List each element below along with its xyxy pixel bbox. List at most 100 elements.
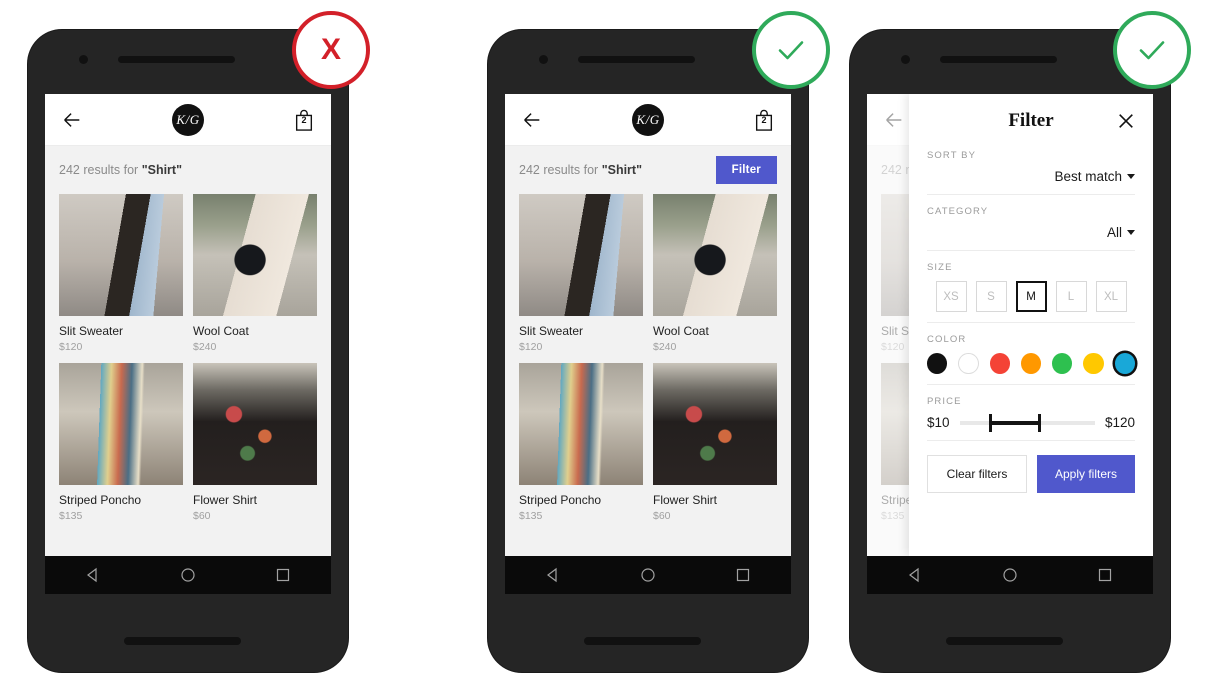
product-price: $60 [653, 510, 671, 522]
price-min-value: $10 [927, 415, 950, 430]
results-prefix: 242 results for [59, 163, 142, 177]
earpiece-speaker [578, 56, 695, 63]
phone-screen: K/G 2 242 results for "Shirt" [867, 94, 1153, 594]
product-price: $240 [653, 341, 677, 353]
bottom-speaker [584, 637, 701, 645]
product-grid: Slit Sweater $120 Wool Coat $240 Striped… [45, 194, 331, 522]
status-badge-valid [1113, 11, 1191, 89]
filter-section-size: SIZE XS S M L XL [927, 262, 1135, 323]
product-image [59, 194, 183, 316]
filter-panel-actions: Clear filters Apply filters [927, 455, 1135, 493]
size-option-l[interactable]: L [1055, 281, 1087, 312]
filter-button[interactable]: Filter [715, 156, 777, 184]
shopping-bag-icon[interactable]: 2 [293, 108, 315, 132]
slider-handle-min[interactable] [989, 413, 993, 432]
chevron-down-icon [1127, 230, 1135, 235]
sort-by-value: Best match [1054, 169, 1122, 184]
triangle-back-icon[interactable] [907, 567, 923, 583]
check-mark-icon [1139, 41, 1165, 60]
color-swatch-white[interactable] [958, 353, 979, 374]
clear-filters-button[interactable]: Clear filters [927, 455, 1027, 493]
product-price: $135 [519, 510, 543, 522]
square-recents-icon[interactable] [275, 567, 291, 583]
close-icon[interactable] [1117, 112, 1135, 130]
android-navigation-bar [505, 556, 791, 594]
results-count-text: 242 results for "Shirt" [59, 163, 182, 177]
app-header: K/G 2 [45, 94, 331, 146]
product-price: $60 [193, 510, 211, 522]
results-query: "Shirt" [141, 163, 183, 177]
app-header: K/G 2 [505, 94, 791, 146]
phone-screen: K/G 2 242 results for "Shirt" Filter Sli… [505, 94, 791, 594]
results-count-text: 242 results for "Shirt" [519, 163, 642, 177]
size-option-m[interactable]: M [1015, 281, 1047, 312]
size-option-s[interactable]: S [975, 281, 1007, 312]
x-mark-icon: X [320, 33, 341, 66]
filter-panel: Filter SORT BY Best match CATEGORY All S… [909, 94, 1153, 556]
product-name: Slit Sweater [59, 324, 124, 338]
camera-dot [539, 55, 548, 64]
slider-track[interactable] [959, 413, 1095, 432]
bag-count-badge: 2 [301, 114, 307, 125]
check-mark-icon [778, 41, 804, 60]
circle-home-icon[interactable] [1002, 567, 1018, 583]
color-swatch-blue[interactable] [1114, 353, 1136, 374]
bottom-speaker [124, 637, 241, 645]
product-name: Wool Coat [653, 324, 709, 338]
circle-home-icon[interactable] [640, 567, 656, 583]
size-option-xs[interactable]: XS [935, 281, 967, 312]
square-recents-icon[interactable] [1097, 567, 1113, 583]
slider-handle-max[interactable] [1037, 413, 1041, 432]
camera-dot [79, 55, 88, 64]
product-card[interactable]: Slit Sweater $120 [59, 194, 183, 353]
brand-logo: K/G [632, 103, 664, 136]
arrow-left-icon[interactable] [61, 109, 83, 131]
brand-logo-text: K/G [636, 111, 660, 127]
circle-home-icon[interactable] [180, 567, 196, 583]
square-recents-icon[interactable] [735, 567, 751, 583]
earpiece-speaker [118, 56, 235, 63]
product-card[interactable]: Flower Shirt $60 [653, 363, 777, 522]
price-range-slider[interactable]: $10 $120 [927, 413, 1135, 432]
color-swatch-black[interactable] [927, 353, 948, 374]
category-dropdown[interactable]: All [927, 225, 1135, 240]
color-swatch-orange[interactable] [1020, 353, 1042, 374]
product-card[interactable]: Wool Coat $240 [653, 194, 777, 353]
brand-logo: K/G [172, 103, 204, 136]
color-swatch-yellow[interactable] [1083, 353, 1104, 374]
filter-section-category: CATEGORY All [927, 206, 1135, 251]
product-image [59, 363, 183, 485]
apply-filters-button[interactable]: Apply filters [1037, 455, 1135, 493]
filter-panel-header: Filter [927, 110, 1135, 132]
price-max-value: $120 [1104, 415, 1135, 430]
filter-section-sort-by: SORT BY Best match [927, 150, 1135, 195]
triangle-back-icon[interactable] [545, 567, 561, 583]
product-card[interactable]: Slit Sweater $120 [519, 194, 643, 353]
product-image [653, 194, 777, 316]
size-option-xl[interactable]: XL [1095, 281, 1127, 312]
size-label: SIZE [927, 262, 953, 273]
product-card[interactable]: Striped Poncho $135 [59, 363, 183, 522]
camera-dot [901, 55, 910, 64]
triangle-back-icon[interactable] [85, 567, 101, 583]
product-card[interactable]: Striped Poncho $135 [519, 363, 643, 522]
arrow-left-icon[interactable] [521, 109, 543, 131]
product-price: $240 [193, 341, 217, 353]
product-image [193, 194, 317, 316]
product-card[interactable]: Flower Shirt $60 [193, 363, 317, 522]
product-image [519, 194, 643, 316]
product-name: Striped Poncho [59, 493, 142, 507]
color-swatch-red[interactable] [989, 353, 1010, 374]
results-bar: 242 results for "Shirt" Filter [505, 146, 791, 194]
sort-by-dropdown[interactable]: Best match [927, 169, 1135, 184]
phone-mockup-filter-panel: K/G 2 242 results for "Shirt" [850, 30, 1170, 672]
category-label: CATEGORY [927, 206, 989, 217]
shopping-bag-icon[interactable]: 2 [753, 108, 775, 132]
filter-section-color: COLOR [927, 334, 1136, 385]
color-swatch-green[interactable] [1052, 353, 1073, 374]
product-card[interactable]: Wool Coat $240 [193, 194, 317, 353]
product-name: Flower Shirt [653, 493, 718, 507]
product-price: $135 [59, 510, 83, 522]
color-label: COLOR [927, 334, 967, 345]
brand-logo-text: K/G [176, 111, 200, 127]
